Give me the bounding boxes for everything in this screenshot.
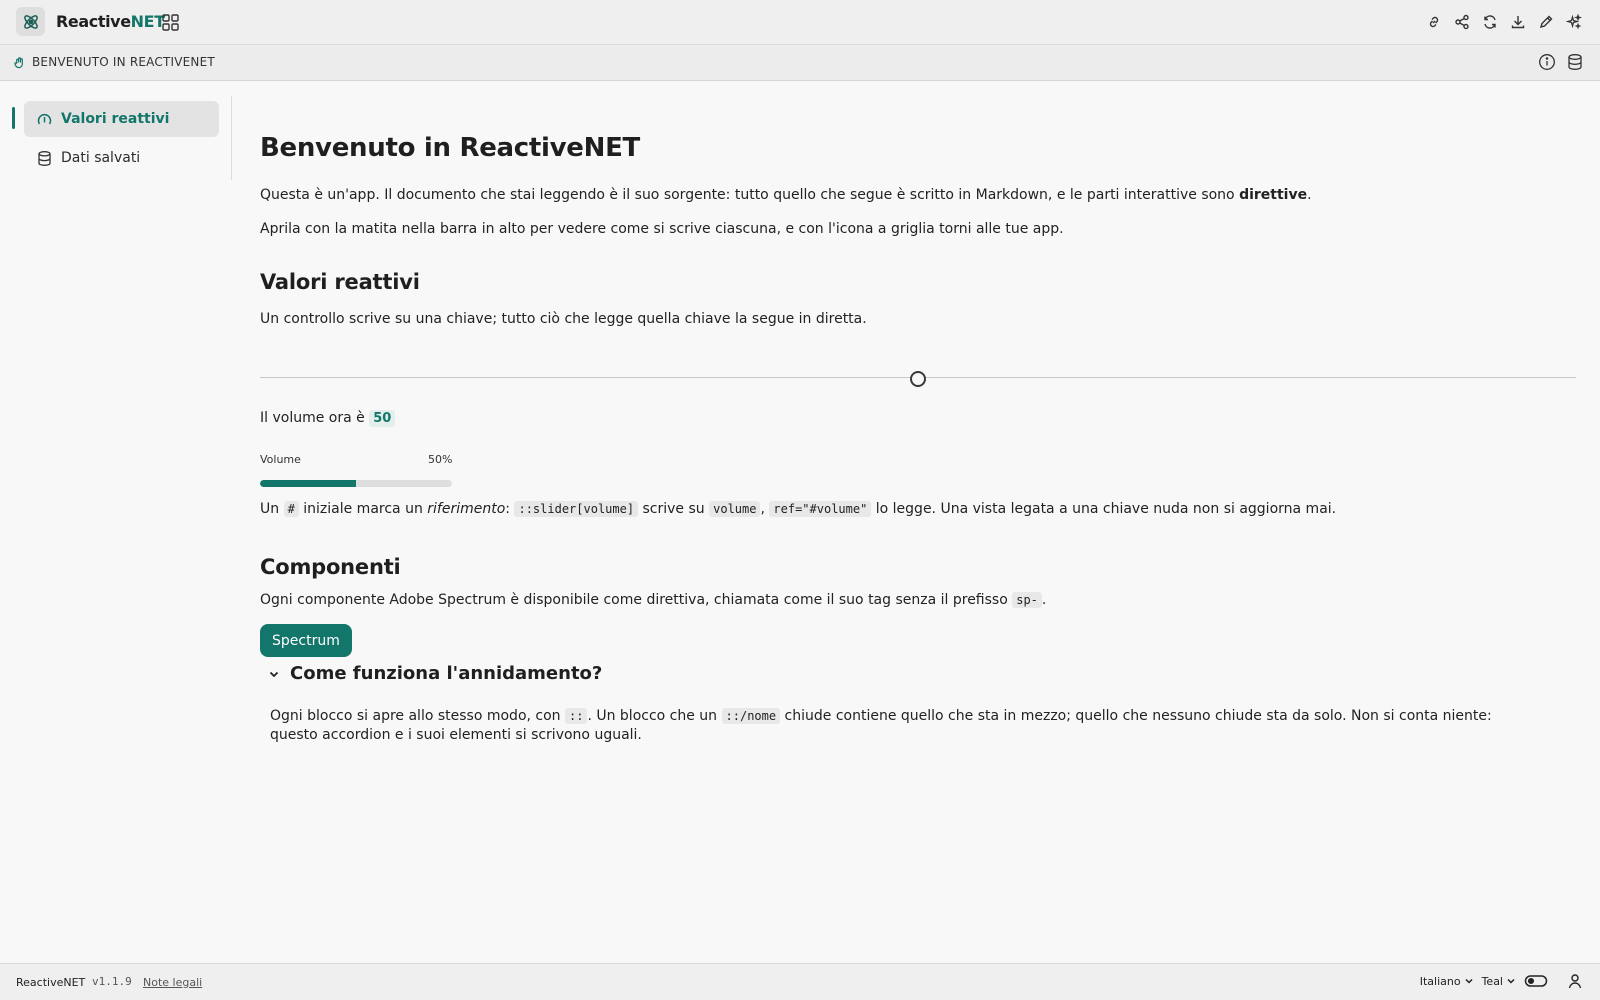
section-heading-componenti: Componenti	[260, 555, 401, 579]
slider-thumb[interactable]	[910, 371, 926, 387]
intro-paragraph: Questa è un'app. Il documento che stai l…	[260, 187, 1312, 203]
accordion-header[interactable]: Come funziona l'annidamento?	[268, 663, 602, 684]
language-select[interactable]: Italiano	[1420, 975, 1474, 988]
meter-fill	[260, 480, 356, 487]
footer-controls: Italiano Teal	[1420, 972, 1584, 990]
accordion-title: Come funziona l'annidamento?	[290, 663, 603, 684]
footer: ReactiveNET v1.1.9 Note legali Italiano …	[0, 963, 1600, 1000]
wave-hand-icon	[14, 56, 23, 68]
user-icon[interactable]	[1566, 972, 1584, 990]
database-icon[interactable]	[1566, 53, 1584, 71]
edit-source-button[interactable]	[1536, 11, 1556, 33]
chevron-down-icon	[1507, 978, 1515, 984]
ai-assist-button[interactable]	[1564, 11, 1584, 33]
sidebar-item-label: Dati salvati	[61, 150, 141, 166]
toggle-icon[interactable]	[1524, 973, 1548, 989]
sidebar-divider	[231, 96, 232, 180]
sparkle-icon	[1566, 14, 1582, 30]
breadcrumb: BENVENUTO IN REACTIVENET	[13, 55, 215, 69]
info-icon[interactable]	[1538, 53, 1556, 71]
breadcrumb-bar: BENVENUTO IN REACTIVENET	[0, 45, 1600, 81]
share-button[interactable]	[1452, 11, 1472, 33]
link-icon	[1429, 16, 1439, 28]
app-name: ReactiveNET	[56, 12, 165, 31]
version-label: v1.1.9	[92, 975, 132, 988]
active-indicator	[12, 107, 15, 129]
download-icon	[1511, 16, 1525, 29]
section-heading-valori: Valori reattivi	[260, 270, 420, 294]
breadcrumb-actions	[1538, 53, 1584, 71]
sidebar-item-label: Valori reattivi	[61, 111, 170, 127]
spectrum-button[interactable]: Spectrum	[260, 624, 352, 657]
section-componenti-text: Ogni componente Adobe Spectrum è disponi…	[260, 592, 1047, 608]
refresh-button[interactable]	[1480, 11, 1500, 33]
volume-value-chip: 50	[369, 410, 396, 427]
database-icon	[38, 150, 51, 166]
toolbar-actions	[1424, 11, 1584, 33]
grid-icon	[161, 13, 179, 31]
sidebar-item-dati-salvati[interactable]: Dati salvati	[24, 140, 219, 176]
footer-brand: ReactiveNET	[16, 976, 86, 989]
breadcrumb-label: BENVENUTO IN REACTIVENET	[32, 55, 215, 69]
theme-select[interactable]: Teal	[1482, 975, 1516, 988]
accordion-body: Ogni blocco si apre allo stesso modo, co…	[270, 708, 1492, 743]
page-title: Benvenuto in ReactiveNET	[260, 133, 640, 163]
app-logo[interactable]	[16, 7, 45, 36]
top-bar: ReactiveNET	[0, 0, 1600, 45]
reference-paragraph: Un # iniziale marca un riferimento: ::sl…	[260, 501, 1337, 517]
refresh-icon	[1484, 15, 1496, 29]
meter-percent: 50%	[428, 453, 453, 466]
atom-icon	[23, 14, 38, 29]
chevron-down-icon	[1465, 978, 1473, 984]
volume-meter	[260, 480, 452, 487]
copy-link-button[interactable]	[1424, 11, 1444, 33]
sidebar-item-valori-reattivi[interactable]: Valori reattivi	[24, 101, 219, 137]
download-button[interactable]	[1508, 11, 1528, 33]
chevron-down-icon	[269, 671, 279, 677]
share-icon	[1455, 14, 1469, 30]
volume-readout: Il volume ora è 50	[260, 410, 396, 427]
gauge-icon	[37, 113, 52, 124]
pencil-icon	[1539, 15, 1553, 29]
legal-notes-link[interactable]: Note legali	[143, 976, 202, 989]
meter-label: Volume	[260, 453, 301, 466]
intro-paragraph-2: Aprila con la matita nella barra in alto…	[260, 221, 1064, 237]
section-valori-text: Un controllo scrive su una chiave; tutto…	[260, 311, 867, 327]
apps-grid-button[interactable]	[160, 12, 180, 32]
volume-slider[interactable]	[260, 371, 1576, 387]
